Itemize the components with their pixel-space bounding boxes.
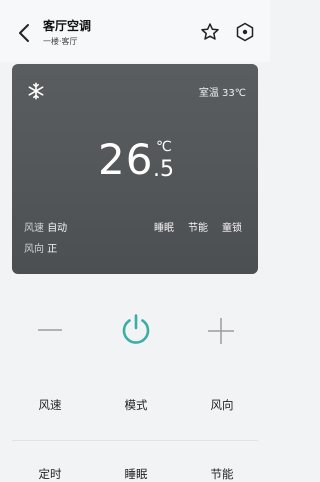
top-bar: 客厅空调 一楼·客厅 bbox=[0, 0, 270, 62]
fan-speed-value: 自动 bbox=[47, 223, 68, 234]
wind-direction-value: 正 bbox=[47, 244, 58, 255]
fan-speed-status: 风速 自动 bbox=[24, 219, 67, 234]
snowflake-icon bbox=[28, 82, 44, 100]
wind-direction-status: 风向 正 bbox=[24, 240, 57, 255]
status-card: 室温 33℃ 26 ℃ .5 风速 自动 风向 正 睡眠 节能 童锁 bbox=[12, 64, 258, 274]
room-temp-value: 33℃ bbox=[222, 88, 246, 99]
power-icon[interactable] bbox=[119, 313, 153, 347]
set-temp-unit: ℃ bbox=[156, 139, 172, 155]
settings-hexagon-icon[interactable] bbox=[235, 22, 255, 42]
mode-energy-save: 节能 bbox=[188, 223, 208, 234]
fan-speed-label: 风速 bbox=[24, 223, 44, 234]
fan-speed-button[interactable]: 风速 bbox=[20, 397, 80, 413]
star-icon[interactable] bbox=[200, 22, 220, 42]
temp-increase-button[interactable] bbox=[208, 318, 234, 344]
set-temp-decimal: .5 bbox=[153, 157, 174, 182]
room-temp-label: 室温 bbox=[198, 88, 219, 99]
mode-child-lock: 童锁 bbox=[222, 223, 242, 234]
wind-direction-button[interactable]: 风向 bbox=[192, 397, 252, 413]
divider bbox=[12, 440, 258, 441]
wind-direction-label: 风向 bbox=[24, 244, 44, 255]
temp-decrease-button[interactable] bbox=[38, 318, 62, 342]
mode-sleep: 睡眠 bbox=[154, 223, 174, 234]
mode-button[interactable]: 模式 bbox=[106, 397, 166, 413]
device-location: 一楼·客厅 bbox=[43, 37, 78, 46]
room-temperature: 室温 33℃ bbox=[199, 84, 246, 99]
back-arrow-icon[interactable] bbox=[14, 22, 36, 44]
device-title: 客厅空调 bbox=[43, 19, 92, 33]
set-temp-integer: 26 bbox=[98, 135, 154, 184]
